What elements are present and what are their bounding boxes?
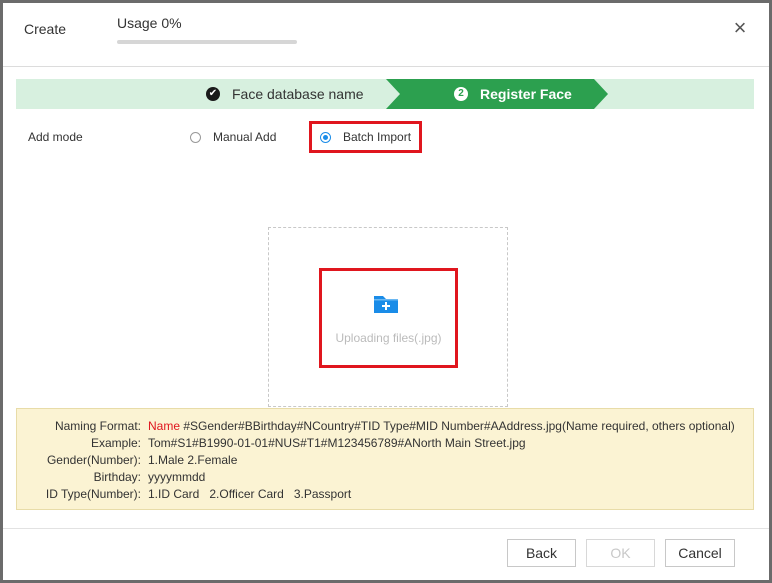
usage-label: Usage 0%	[117, 15, 182, 31]
step-progress: ✔ Face database name 2 Register Face	[16, 79, 754, 109]
folder-add-icon[interactable]	[372, 293, 400, 315]
radio-button[interactable]	[190, 131, 201, 143]
radio-button[interactable]	[320, 131, 331, 143]
check-icon: ✔	[206, 87, 220, 101]
back-button[interactable]: Back	[507, 539, 576, 567]
info-row: Example: Tom#S1#B1990-01-01#NUS#T1#M1234…	[17, 436, 755, 452]
dialog-title: Create	[24, 21, 67, 37]
info-value: yyyymmdd	[148, 470, 206, 484]
radio-batch-import[interactable]: Batch Import	[320, 130, 411, 144]
info-highlight: Name	[148, 419, 181, 433]
info-key: Birthday:	[93, 470, 141, 484]
radio-manual-add[interactable]: Manual Add	[190, 130, 276, 144]
upload-hint[interactable]: Uploading files(.jpg)	[319, 331, 458, 345]
step-number: 2	[454, 87, 468, 101]
step-face-database-name: ✔ Face database name	[206, 86, 364, 102]
info-value: 1.ID Card 2.Officer Card 3.Passport	[148, 487, 352, 501]
naming-info-panel: Naming Format: Name #SGender#BBirthday#N…	[16, 408, 754, 510]
info-row: Naming Format: Name #SGender#BBirthday#N…	[17, 419, 755, 435]
info-value: Tom#S1#B1990-01-01#NUS#T1#M123456789#ANo…	[148, 436, 526, 450]
radio-label: Batch Import	[343, 130, 412, 144]
dialog-header: Create Usage 0% ×	[3, 3, 769, 67]
info-key: Gender(Number):	[46, 453, 141, 467]
close-icon[interactable]: ×	[731, 17, 749, 39]
step-label: Register Face	[480, 86, 572, 102]
info-value-text: #SGender#BBirthday#NCountry#TID Type#MID…	[180, 419, 735, 433]
step-label: Face database name	[232, 86, 364, 102]
upload-drop-zone[interactable]	[268, 227, 508, 407]
create-dialog: Create Usage 0% × ✔ Face database name 2…	[3, 3, 769, 580]
info-key: ID Type(Number):	[45, 487, 141, 501]
info-key: Example:	[90, 436, 141, 450]
info-value: Name #SGender#BBirthday#NCountry#TID Typ…	[148, 419, 735, 433]
step-register-face: 2 Register Face	[454, 86, 572, 102]
step-arrows	[16, 79, 754, 109]
info-value: 1.Male 2.Female	[148, 453, 238, 467]
radio-label: Manual Add	[213, 130, 277, 144]
add-mode-label: Add mode	[28, 130, 83, 144]
info-row: Gender(Number): 1.Male 2.Female	[17, 453, 755, 469]
ok-button[interactable]: OK	[586, 539, 655, 567]
usage-progress-bar	[117, 40, 297, 44]
info-key: Naming Format:	[54, 419, 141, 433]
step-track	[16, 79, 754, 109]
info-row: ID Type(Number): 1.ID Card 2.Officer Car…	[17, 487, 755, 503]
footer-divider	[3, 528, 769, 529]
info-row: Birthday: yyyymmdd	[17, 470, 755, 486]
cancel-button[interactable]: Cancel	[665, 539, 735, 567]
